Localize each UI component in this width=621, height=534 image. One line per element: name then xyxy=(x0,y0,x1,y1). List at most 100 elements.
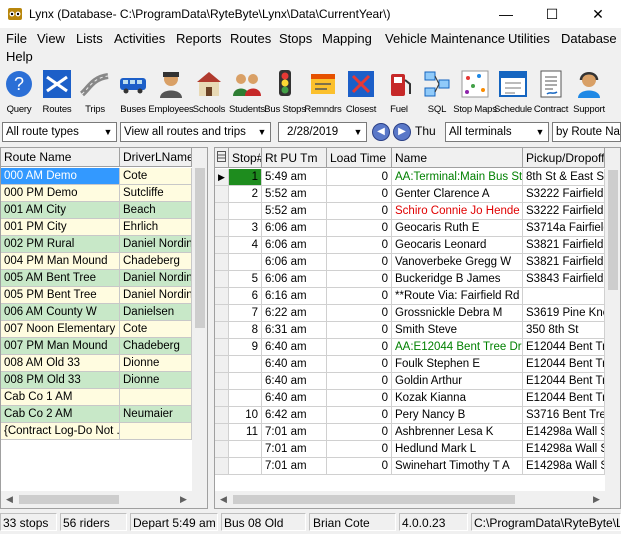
pickup-address-cell[interactable]: E12044 Bent Tre xyxy=(523,339,605,356)
stop-row[interactable]: 8 6:31 am 0 Smith Steve 350 8th St xyxy=(215,322,605,339)
stops-vertical-scrollbar[interactable] xyxy=(605,148,620,491)
routes-scroll-thumb[interactable] xyxy=(195,168,205,328)
pickup-address-cell[interactable]: S3222 Fairfield R xyxy=(523,186,605,203)
menu-activities[interactable]: Activities xyxy=(114,30,165,48)
stop-row[interactable]: 6:06 am 0 Vanoverbeke Gregg W S3821 Fairfie… xyxy=(215,254,605,271)
stop-row[interactable]: 3 6:06 am 0 Geocaris Ruth E S3714a Fairfield xyxy=(215,220,605,237)
pickup-address-cell[interactable]: 8th St & East St xyxy=(523,169,605,186)
driver-cell[interactable]: Danielsen xyxy=(120,304,192,321)
rider-name-cell[interactable]: Swinehart Timothy T A xyxy=(392,458,523,475)
route-name-cell[interactable]: 005 PM Bent Tree xyxy=(1,287,120,304)
route-name-cell[interactable]: 000 AM Demo xyxy=(1,168,120,185)
query-button[interactable]: ? Query xyxy=(0,68,38,120)
route-row[interactable]: 008 AM Old 33 Dionne xyxy=(1,355,192,372)
stop-number-cell[interactable] xyxy=(229,373,262,390)
load-time-cell[interactable]: 0 xyxy=(327,186,392,203)
pickup-time-cell[interactable]: 6:31 am xyxy=(262,322,327,339)
rider-name-cell[interactable]: Geocaris Ruth E xyxy=(392,220,523,237)
pickup-address-cell[interactable]: S3716 Bent Tree xyxy=(523,407,605,424)
pickup-time-cell[interactable]: 6:06 am xyxy=(262,237,327,254)
prev-day-button[interactable]: ◀ xyxy=(372,123,390,141)
load-time-cell[interactable]: 0 xyxy=(327,424,392,441)
driver-cell[interactable]: Chadeberg xyxy=(120,253,192,270)
stop-row[interactable]: 6:40 am 0 Kozak Kianna E12044 Bent Tre xyxy=(215,390,605,407)
stop-row[interactable]: 4 6:06 am 0 Geocaris Leonard S3821 Fairfield… xyxy=(215,237,605,254)
menu-file[interactable]: File xyxy=(6,30,27,48)
pickup-time-cell[interactable]: 6:06 am xyxy=(262,220,327,237)
stop-row[interactable]: 2 5:52 am 0 Genter Clarence A S3222 Fairfiel… xyxy=(215,186,605,203)
menu-stops[interactable]: Stops xyxy=(279,30,312,48)
stop-number-cell[interactable]: 9 xyxy=(229,339,262,356)
minimize-button[interactable]: — xyxy=(483,0,529,28)
stop-row[interactable]: 6 6:16 am 0 **Route Via: Fairfield Rd xyxy=(215,288,605,305)
load-time-cell[interactable]: 0 xyxy=(327,237,392,254)
load-time-cell[interactable]: 0 xyxy=(327,373,392,390)
route-row[interactable]: Cab Co 1 AM xyxy=(1,389,192,406)
scroll-right-icon[interactable]: ▶ xyxy=(588,491,605,508)
menu-database[interactable]: Database xyxy=(561,30,617,48)
route-name-cell[interactable]: 007 Noon Elementary xyxy=(1,321,120,338)
column-marker[interactable] xyxy=(215,148,229,168)
stop-number-cell[interactable] xyxy=(229,390,262,407)
title-bar[interactable]: Lynx (Database- C:\ProgramData\RyteByte\… xyxy=(0,0,621,28)
pickup-time-cell[interactable]: 6:40 am xyxy=(262,356,327,373)
route-row[interactable]: 001 PM City Ehrlich xyxy=(1,219,192,236)
pickup-address-cell[interactable]: E14298a Wall S xyxy=(523,424,605,441)
rider-name-cell[interactable]: Geocaris Leonard xyxy=(392,237,523,254)
stop-number-cell[interactable] xyxy=(229,458,262,475)
pickup-time-cell[interactable]: 7:01 am xyxy=(262,441,327,458)
load-time-cell[interactable]: 0 xyxy=(327,407,392,424)
route-name-cell[interactable]: 006 AM County W xyxy=(1,304,120,321)
driver-cell[interactable]: Daniel Nordins xyxy=(120,270,192,287)
pickup-time-cell[interactable]: 6:06 am xyxy=(262,254,327,271)
driver-cell[interactable]: Chadeberg xyxy=(120,338,192,355)
pickup-time-cell[interactable]: 5:52 am xyxy=(262,203,327,220)
route-row[interactable]: 007 Noon Elementary Cote xyxy=(1,321,192,338)
rider-name-cell[interactable]: Hedlund Mark L xyxy=(392,441,523,458)
driver-cell[interactable]: Dionne xyxy=(120,355,192,372)
trips-button[interactable]: Trips xyxy=(76,68,114,120)
pickup-address-cell[interactable]: S3222 Fairfield R xyxy=(523,203,605,220)
date-picker[interactable]: 2/28/2019 ▼ xyxy=(278,122,367,142)
pickup-address-cell[interactable]: S3714a Fairfield xyxy=(523,220,605,237)
route-name-cell[interactable]: 001 PM City xyxy=(1,219,120,236)
driver-cell[interactable] xyxy=(120,423,192,440)
route-row[interactable]: 005 AM Bent Tree Daniel Nordins xyxy=(1,270,192,287)
route-row[interactable]: 008 PM Old 33 Dionne xyxy=(1,372,192,389)
stop-row[interactable]: ▶ 1 5:49 am 0 AA:Terminal:Main Bus St... 8th … xyxy=(215,169,605,186)
pickup-time-cell[interactable]: 6:40 am xyxy=(262,373,327,390)
route-name-cell[interactable]: 007 PM Man Mound xyxy=(1,338,120,355)
driver-cell[interactable]: Neumaier xyxy=(120,406,192,423)
stop-number-cell[interactable]: 1 xyxy=(229,169,262,186)
menu-mapping[interactable]: Mapping xyxy=(322,30,372,48)
pickup-address-cell[interactable]: S3619 Pine Kno xyxy=(523,305,605,322)
stop-row[interactable]: 6:40 am 0 Foulk Stephen E E12044 Bent Tre xyxy=(215,356,605,373)
load-time-cell[interactable]: 0 xyxy=(327,441,392,458)
stops-horizontal-scrollbar[interactable]: ◀ ▶ xyxy=(215,491,620,508)
route-row[interactable]: 000 PM Demo Sutcliffe xyxy=(1,185,192,202)
driver-cell[interactable]: Daniel Nordins xyxy=(120,287,192,304)
stop-number-cell[interactable]: 11 xyxy=(229,424,262,441)
rider-name-cell[interactable]: Ashbrenner Lesa K xyxy=(392,424,523,441)
stop-row[interactable]: 11 7:01 am 0 Ashbrenner Lesa K E14298a Wall … xyxy=(215,424,605,441)
column-load-time[interactable]: Load Time xyxy=(327,148,392,168)
rider-name-cell[interactable]: Pery Nancy B xyxy=(392,407,523,424)
pickup-time-cell[interactable]: 6:16 am xyxy=(262,288,327,305)
stops-hscroll-thumb[interactable] xyxy=(233,495,515,504)
stop-row[interactable]: 5:52 am 0 Schiro Connie Jo Hende S3222 Fair… xyxy=(215,203,605,220)
rider-name-cell[interactable]: Schiro Connie Jo Hende xyxy=(392,203,523,220)
pickup-time-cell[interactable]: 5:49 am xyxy=(262,169,327,186)
route-name-cell[interactable]: {Contract Log-Do Not ... xyxy=(1,423,120,440)
pickup-time-cell[interactable]: 7:01 am xyxy=(262,458,327,475)
routes-vertical-scrollbar[interactable] xyxy=(192,148,207,491)
rider-name-cell[interactable]: Foulk Stephen E xyxy=(392,356,523,373)
schools-button[interactable]: Schools xyxy=(190,68,228,120)
scroll-right-icon[interactable]: ▶ xyxy=(175,491,192,508)
load-time-cell[interactable]: 0 xyxy=(327,254,392,271)
rider-name-cell[interactable]: Grossnickle Debra M xyxy=(392,305,523,322)
route-name-cell[interactable]: 005 AM Bent Tree xyxy=(1,270,120,287)
load-time-cell[interactable]: 0 xyxy=(327,322,392,339)
stop-number-cell[interactable]: 3 xyxy=(229,220,262,237)
contract-button[interactable]: Contract xyxy=(532,68,570,120)
rider-name-cell[interactable]: Buckeridge B James xyxy=(392,271,523,288)
